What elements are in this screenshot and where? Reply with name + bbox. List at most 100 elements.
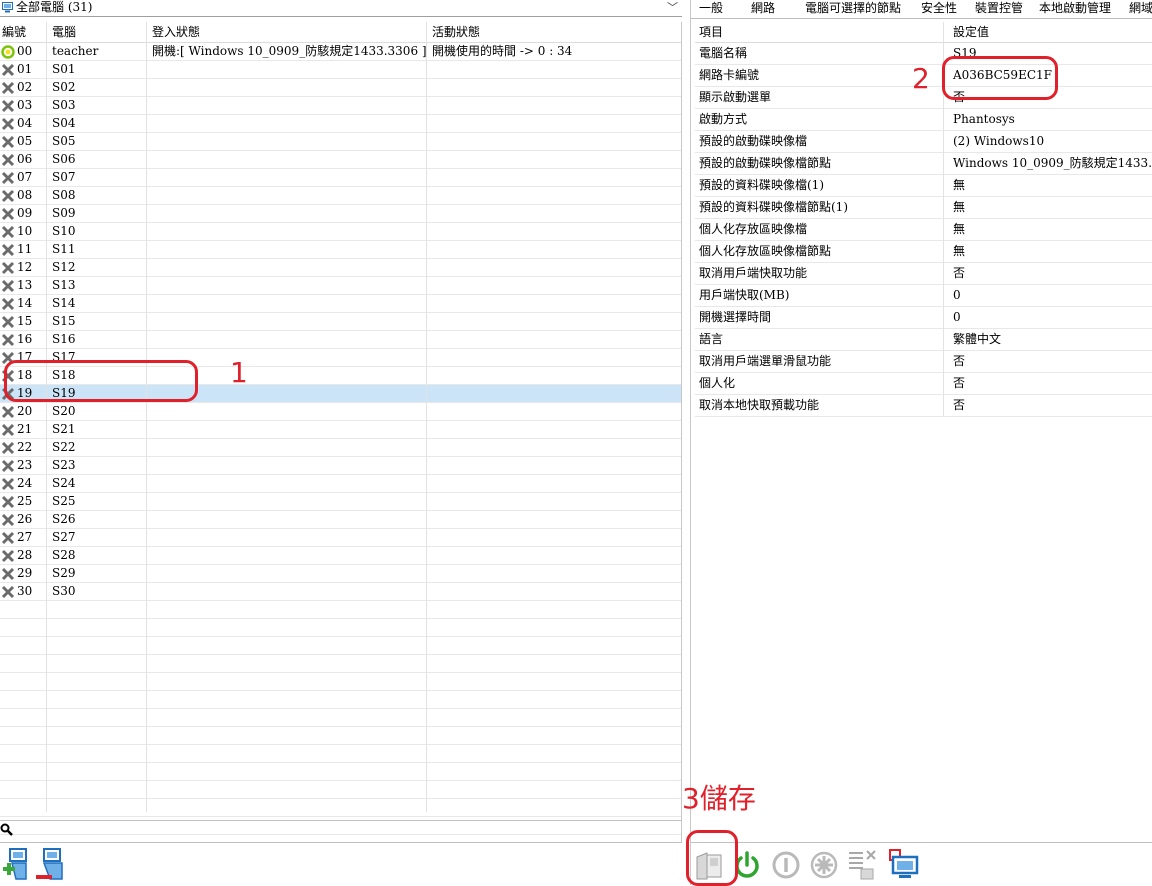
property-key: 預設的資料碟映像檔節點(1) (699, 200, 848, 214)
empty-row (0, 673, 681, 691)
property-value[interactable]: 無 (953, 175, 965, 196)
table-row[interactable]: 22 S22 (0, 439, 681, 457)
table-row[interactable]: 06 S06 (0, 151, 681, 169)
tab-network[interactable]: 網路 (749, 0, 777, 16)
search-bar[interactable] (0, 820, 682, 839)
computer-group-icon (2, 2, 13, 13)
table-row[interactable]: 05 S05 (0, 133, 681, 151)
computer-name: S04 (52, 116, 76, 130)
property-row[interactable]: 啟動方式 Phantosys (695, 109, 1152, 131)
property-key: 顯示啟動選單 (699, 90, 772, 104)
table-row[interactable]: 20 S20 (0, 403, 681, 421)
tab-security[interactable]: 安全性 (919, 0, 959, 16)
property-value[interactable]: Phantosys (953, 109, 1015, 130)
empty-row (0, 655, 681, 673)
property-row[interactable]: 語言 繁體中文 (695, 329, 1152, 351)
property-row[interactable]: 預設的資料碟映像檔(1) 無 (695, 175, 1152, 197)
table-row[interactable]: 12 S12 (0, 259, 681, 277)
tab-device-control[interactable]: 裝置控管 (973, 0, 1025, 16)
property-row[interactable]: 用戶端快取(MB) 0 (695, 285, 1152, 307)
table-row[interactable]: 09 S09 (0, 205, 681, 223)
computer-number: 07 (17, 170, 33, 184)
table-row[interactable]: 00 teacher 開機:[ Windows 10_0909_防駭規定1433.3… (0, 43, 681, 61)
remote-desktop-icon[interactable] (887, 847, 921, 881)
column-header-number[interactable]: 編號 (2, 22, 26, 42)
property-value[interactable]: 0 (953, 307, 961, 328)
table-row[interactable]: 11 S11 (0, 241, 681, 259)
column-header-computer[interactable]: 電腦 (52, 22, 76, 42)
table-row[interactable]: 10 S10 (0, 223, 681, 241)
computer-name: S10 (52, 224, 76, 238)
right-toolbar (691, 842, 1152, 886)
property-value[interactable]: 否 (953, 263, 965, 284)
property-value[interactable]: 無 (953, 219, 965, 240)
group-title: 全部電腦 (31) (16, 0, 93, 14)
property-row[interactable]: 預設的資料碟映像檔節點(1) 無 (695, 197, 1152, 219)
property-rows: 電腦名稱 S19 網路卡編號 A036BC59EC1F 顯示啟動選單否啟動方式 Phant… (695, 43, 1152, 417)
offline-status-icon (1, 459, 15, 473)
table-row[interactable]: 01 S01 (0, 61, 681, 79)
property-value[interactable]: 否 (953, 395, 965, 416)
computer-name: S23 (52, 458, 76, 472)
tab-general[interactable]: 一般 (697, 0, 726, 16)
table-row[interactable]: 04 S04 (0, 115, 681, 133)
table-row[interactable]: 21 S21 (0, 421, 681, 439)
restart-icon[interactable] (809, 850, 839, 880)
column-header-login-status[interactable]: 登入狀態 (152, 22, 200, 42)
table-row[interactable]: 08 S08 (0, 187, 681, 205)
empty-row (0, 781, 681, 799)
table-row[interactable]: 29 S29 (0, 565, 681, 583)
table-row[interactable]: 30 S30 (0, 583, 681, 601)
property-value[interactable]: 0 (953, 285, 961, 306)
table-row[interactable]: 15 S15 (0, 313, 681, 331)
property-row[interactable]: 取消用戶端快取功能 否 (695, 263, 1152, 285)
table-row[interactable]: 24 S24 (0, 475, 681, 493)
computer-number: 11 (17, 242, 33, 256)
property-row[interactable]: 個人化存放區映像檔 無 (695, 219, 1152, 241)
column-header-activity-status[interactable]: 活動狀態 (432, 22, 480, 42)
table-row[interactable]: 27 S27 (0, 529, 681, 547)
table-row[interactable]: 02 S02 (0, 79, 681, 97)
property-row[interactable]: 取消本地快取預載功能 否 (695, 395, 1152, 417)
property-value[interactable]: 否 (953, 351, 965, 372)
tab-local-boot[interactable]: 本地啟動管理 (1037, 0, 1113, 16)
property-value[interactable]: (2) Windows10 (953, 131, 1044, 152)
property-value[interactable]: 無 (953, 197, 965, 218)
add-computer-icon[interactable] (2, 847, 28, 881)
property-key: 預設的啟動碟映像檔 (699, 134, 808, 148)
remove-computer-icon[interactable] (32, 847, 68, 881)
annotation-box-3 (686, 830, 738, 886)
table-row[interactable]: 03 S03 (0, 97, 681, 115)
property-row[interactable]: 個人化 否 (695, 373, 1152, 395)
property-value[interactable]: 無 (953, 241, 965, 262)
chevron-down-icon[interactable]: ﹀ (667, 0, 678, 15)
group-selector[interactable]: 全部電腦 (31) ﹀ (0, 0, 682, 17)
computer-number: 02 (17, 80, 33, 94)
table-row[interactable]: 25 S25 (0, 493, 681, 511)
search-icon[interactable] (0, 823, 14, 837)
table-row[interactable]: 23 S23 (0, 457, 681, 475)
property-row[interactable]: 預設的啟動碟映像檔節點 Windows 10_0909_防駭規定1433.3306 (695, 153, 1152, 175)
offline-status-icon (1, 81, 15, 95)
property-row[interactable]: 預設的啟動碟映像檔 (2) Windows10 (695, 131, 1152, 153)
table-row[interactable]: 16 S16 (0, 331, 681, 349)
property-row[interactable]: 開機選擇時間 0 (695, 307, 1152, 329)
power-off-icon[interactable] (771, 850, 801, 880)
annotation-label-3: 3儲存 (682, 782, 756, 815)
tab-domain[interactable]: 網域 (1127, 0, 1152, 16)
table-row[interactable]: 13 S13 (0, 277, 681, 295)
table-row[interactable]: 26 S26 (0, 511, 681, 529)
property-row[interactable]: 取消用戶端選單滑鼠功能 否 (695, 351, 1152, 373)
table-row[interactable]: 07 S07 (0, 169, 681, 187)
computer-name: S03 (52, 98, 76, 112)
property-value[interactable]: Windows 10_0909_防駭規定1433.3306 (953, 153, 1152, 174)
computer-number: 22 (17, 440, 33, 454)
delete-config-icon[interactable] (847, 847, 879, 881)
table-row[interactable]: 28 S28 (0, 547, 681, 565)
table-row[interactable]: 14 S14 (0, 295, 681, 313)
tab-selectable-nodes[interactable]: 電腦可選擇的節點 (803, 0, 903, 16)
offline-status-icon (1, 99, 15, 113)
property-value[interactable]: 否 (953, 373, 965, 394)
property-row[interactable]: 個人化存放區映像檔節點 無 (695, 241, 1152, 263)
property-value[interactable]: 繁體中文 (953, 329, 1001, 350)
